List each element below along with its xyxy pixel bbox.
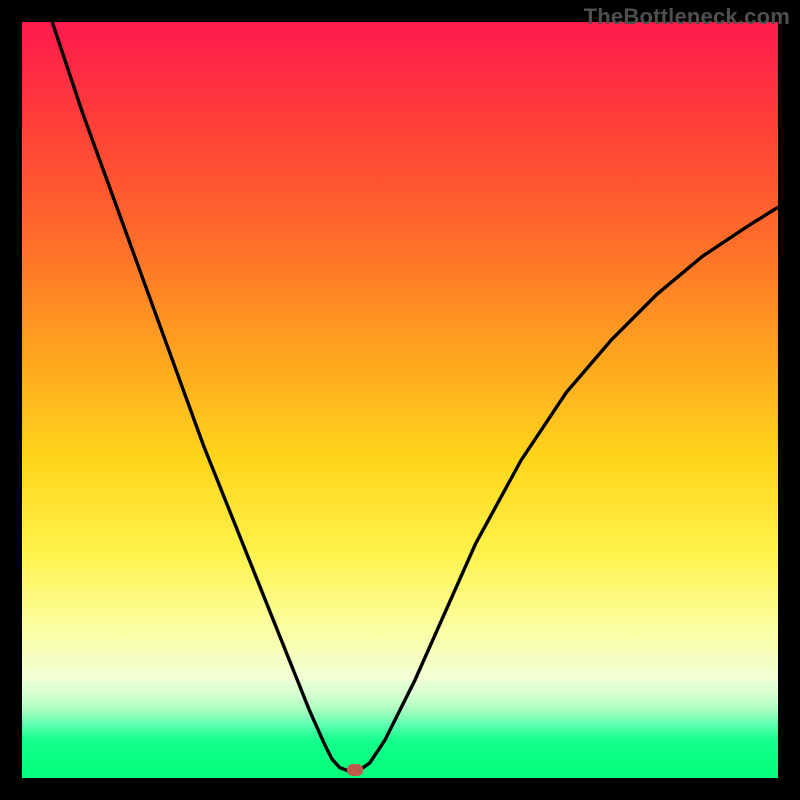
bottleneck-curve-plot — [22, 22, 778, 778]
chart-frame: TheBottleneck.com — [0, 0, 800, 800]
watermark-label: TheBottleneck.com — [584, 4, 790, 30]
bottleneck-curve — [52, 22, 778, 770]
minimum-marker — [347, 764, 363, 776]
